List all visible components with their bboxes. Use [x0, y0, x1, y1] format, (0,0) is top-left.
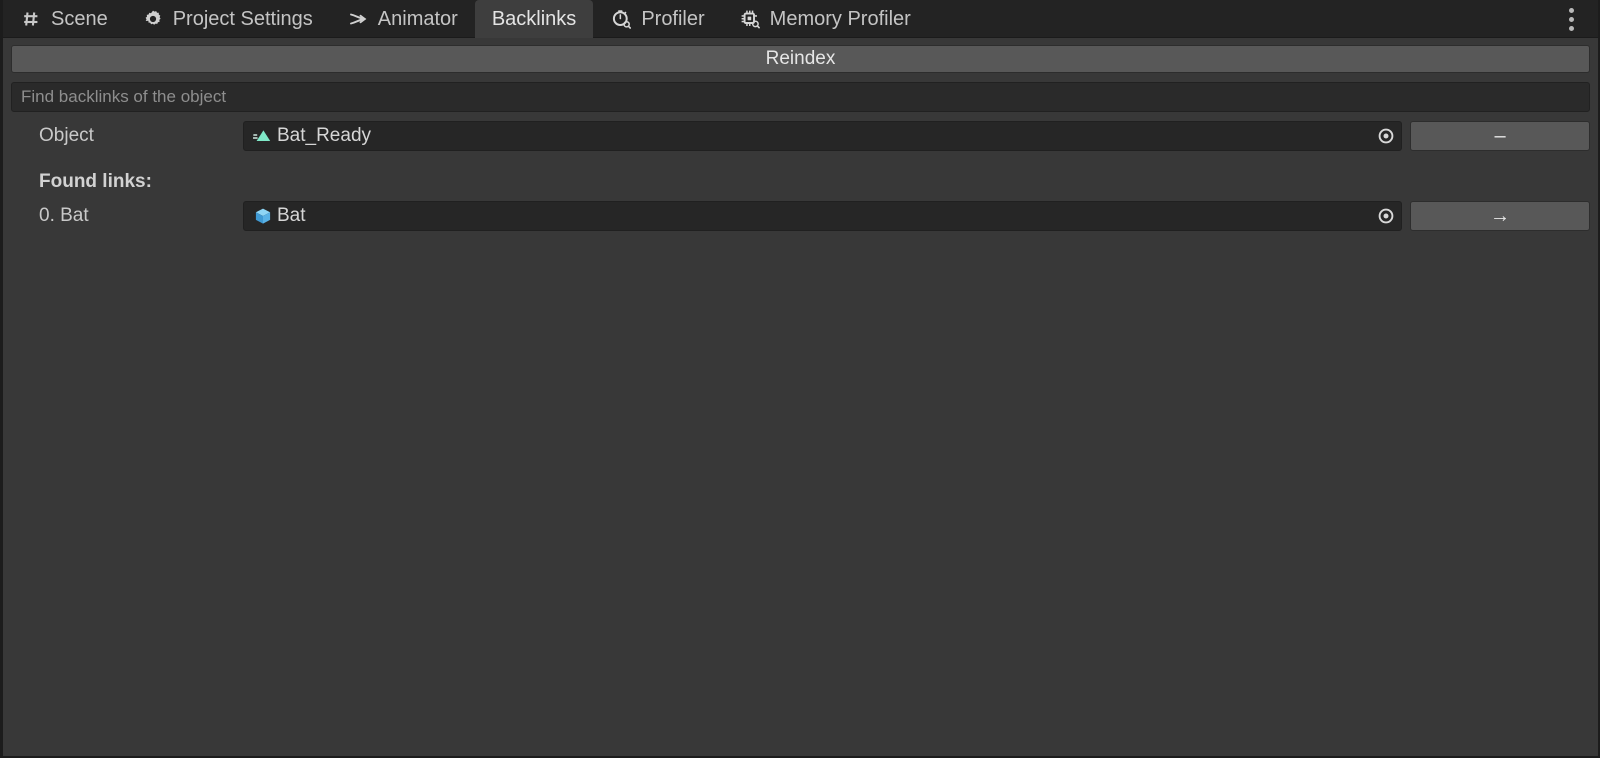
prefab-cube-icon [252, 205, 274, 227]
animation-clip-icon [252, 125, 274, 147]
grid-icon [20, 8, 42, 30]
target-picker-icon[interactable] [1375, 205, 1397, 227]
found-link-field[interactable]: Bat [243, 201, 1402, 231]
tab-label: Project Settings [172, 8, 313, 30]
target-picker-icon[interactable] [1375, 125, 1397, 147]
search-input[interactable]: Find backlinks of the object [11, 82, 1590, 112]
found-link-goto-button[interactable]: → [1410, 201, 1590, 231]
object-remove-label: – [1494, 124, 1506, 147]
tab-project-settings[interactable]: Project Settings [125, 0, 330, 38]
tab-label: Animator [377, 8, 458, 30]
tab-animator[interactable]: Animator [330, 0, 475, 38]
tab-profiler[interactable]: Profiler [593, 0, 721, 38]
reindex-label: Reindex [765, 48, 836, 69]
kebab-dot [1568, 25, 1574, 31]
editor-tab-bar: Scene Project Settings Animator Backlink… [3, 0, 1598, 38]
tab-label: Backlinks [491, 8, 577, 30]
animator-arrow-icon [347, 8, 369, 30]
tab-memory-profiler[interactable]: Memory Profiler [722, 0, 928, 38]
found-links-heading: Found links: [39, 171, 152, 192]
object-row: Object Bat_Ready – [11, 121, 1590, 151]
backlinks-panel: Reindex Find backlinks of the object Obj… [3, 38, 1598, 231]
found-link-goto-label: → [1490, 204, 1510, 227]
kebab-dot [1568, 16, 1574, 22]
chip-search-icon [739, 8, 761, 30]
object-field-value: Bat_Ready [277, 125, 372, 146]
more-options-button[interactable] [1558, 0, 1584, 38]
stopwatch-search-icon [610, 8, 632, 30]
kebab-dot [1568, 7, 1574, 13]
reindex-button[interactable]: Reindex [11, 45, 1590, 73]
object-remove-button[interactable]: – [1410, 121, 1590, 151]
tab-label: Scene [51, 8, 108, 30]
unity-editor-window: Scene Project Settings Animator Backlink… [0, 0, 1600, 758]
tab-label: Profiler [641, 8, 705, 30]
tab-scene[interactable]: Scene [3, 0, 125, 38]
object-row-label: Object [39, 125, 94, 146]
tab-label: Memory Profiler [769, 8, 911, 30]
found-link-value: Bat [277, 205, 306, 226]
gear-icon [142, 8, 164, 30]
tab-backlinks[interactable]: Backlinks [474, 0, 594, 38]
found-link-label: 0. Bat [39, 205, 89, 226]
found-link-row: 0. Bat Bat → [11, 201, 1590, 231]
search-placeholder: Find backlinks of the object [21, 87, 227, 106]
object-field[interactable]: Bat_Ready [243, 121, 1402, 151]
